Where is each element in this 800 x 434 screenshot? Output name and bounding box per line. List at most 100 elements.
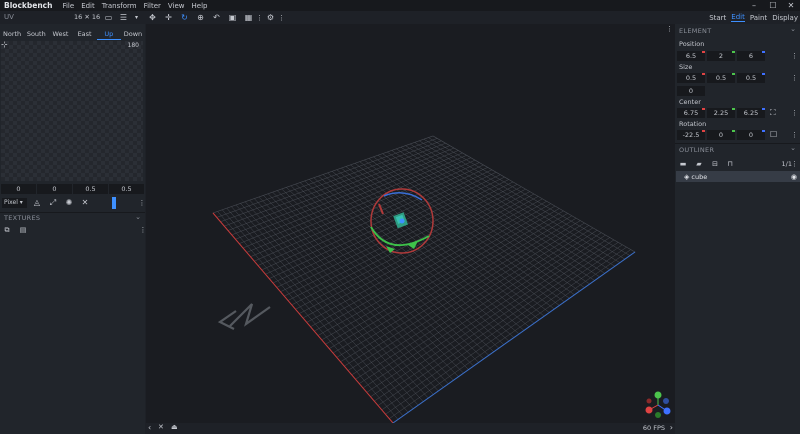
position-z-input[interactable]: 6 <box>737 51 765 61</box>
menu-view[interactable]: View <box>168 2 185 10</box>
inflate-input[interactable]: 0 <box>677 86 705 96</box>
clear-uv-icon[interactable]: ✕ <box>80 198 90 208</box>
size-z-input[interactable]: 0.5 <box>737 73 765 83</box>
uv-x-input[interactable]: 0 <box>1 184 36 194</box>
element-title: ELEMENT <box>679 27 712 35</box>
texture-resolution: 16 ✕ 16 <box>74 13 101 21</box>
position-y-input[interactable]: 2 <box>707 51 735 61</box>
textures-title: TEXTURES <box>4 214 41 222</box>
texture-grid-icon[interactable]: ▦ <box>243 12 254 23</box>
tab-east[interactable]: East <box>73 29 97 40</box>
uv-canvas-size: 180 <box>127 42 139 49</box>
undo-icon[interactable]: ↶ <box>211 12 222 23</box>
floor-grid <box>216 137 631 420</box>
tab-down[interactable]: Down <box>121 29 145 40</box>
menu-filter[interactable]: Filter <box>144 2 161 10</box>
create-texture-icon[interactable]: ▤ <box>18 225 28 235</box>
more-options-icon[interactable]: ⋮ <box>791 131 798 139</box>
rotate-tool-icon[interactable]: ↻ <box>179 12 190 23</box>
chevron-down-icon[interactable]: ▾ <box>131 12 142 23</box>
tab-up[interactable]: Up <box>96 29 121 40</box>
more-options-icon[interactable]: ⋮ <box>791 52 798 60</box>
viewport-menu-icon[interactable]: ⋮ <box>666 25 673 33</box>
user-icon[interactable]: ⏏ <box>171 423 178 431</box>
more-options-icon[interactable]: ⋮ <box>254 12 265 23</box>
paint-bucket-icon[interactable]: ◬ <box>32 198 42 208</box>
toggle-options-icon[interactable]: ⊟ <box>710 159 720 169</box>
uv-snap-select[interactable]: Pixel ▾ <box>2 198 27 208</box>
position-label: Position <box>679 40 705 48</box>
menu-help[interactable]: Help <box>192 2 208 10</box>
add-group-icon[interactable]: ▰ <box>694 159 704 169</box>
rotation-y-input[interactable]: 0 <box>707 130 735 140</box>
element-panel: ELEMENT ⌄ Position 6.5 2 6 ⋮ Size 0.5 0.… <box>675 24 800 434</box>
menu-file[interactable]: File <box>62 2 74 10</box>
tab-west[interactable]: West <box>48 29 72 40</box>
divider <box>675 143 800 144</box>
rotate-gizmo[interactable] <box>370 188 434 254</box>
maximize-uv-icon[interactable]: ⤢ <box>48 198 58 208</box>
outliner-item[interactable]: ◈ cube ◉ <box>676 171 800 182</box>
3d-viewport[interactable]: ⋮ <box>146 24 675 424</box>
screen-icon[interactable]: ▭ <box>103 12 114 23</box>
menu-transform[interactable]: Transform <box>102 2 137 10</box>
minimize-icon[interactable]: – <box>745 0 763 11</box>
delete-icon[interactable]: ⊓ <box>725 159 735 169</box>
mode-start[interactable]: Start <box>709 14 726 22</box>
move-tool-icon[interactable]: ✛ <box>163 12 174 23</box>
uv-height-input[interactable]: 0.5 <box>109 184 144 194</box>
center-pivot-icon[interactable]: ⛶ <box>770 108 776 118</box>
close-window-icon[interactable]: ✕ <box>782 0 800 11</box>
uv-settings-icon[interactable]: ✺ <box>64 198 74 208</box>
rescale-checkbox[interactable]: ☐ <box>770 130 777 139</box>
maximize-icon[interactable]: ☐ <box>764 0 782 11</box>
main-toolbar: UV 16 ✕ 16 ▭ ☰ ▾ ✥ ✛ ↻ ⊕ ↶ ▣ ▦ ⋮ ⚙ ⋮ Sta… <box>0 11 800 24</box>
uv-width-input[interactable]: 0.5 <box>73 184 108 194</box>
rotation-x-input[interactable]: -22.5 <box>677 130 705 140</box>
z-axis-line <box>392 251 636 424</box>
position-x-input[interactable]: 6.5 <box>677 51 705 61</box>
x-axis-line <box>212 212 394 424</box>
visibility-eye-icon[interactable]: ◉ <box>791 173 797 181</box>
axis-navigator[interactable] <box>645 391 671 419</box>
chevron-down-icon[interactable]: ⌄ <box>790 25 796 33</box>
chevron-right-icon[interactable]: › <box>670 423 673 432</box>
chevron-down-icon[interactable]: ⌄ <box>790 144 796 152</box>
mode-edit[interactable]: Edit <box>731 13 745 22</box>
app-name: Blockbench <box>4 1 53 10</box>
uv-y-input[interactable]: 0 <box>37 184 72 194</box>
center-z-input[interactable]: 6.25 <box>737 108 765 118</box>
center-y-input[interactable]: 2.25 <box>707 108 735 118</box>
tab-north[interactable]: North <box>0 29 24 40</box>
mode-switcher: Start Edit Paint Display <box>704 11 798 24</box>
more-options-icon[interactable]: ⋮ <box>791 109 798 117</box>
settings-icon[interactable]: ⚙ <box>265 12 276 23</box>
uv-editor-canvas[interactable]: 180 ⊹ <box>1 40 143 181</box>
mode-paint[interactable]: Paint <box>750 14 767 22</box>
more-options-icon[interactable]: ⋮ <box>276 12 287 23</box>
chevron-left-icon[interactable]: ‹ <box>148 423 151 432</box>
more-options-icon[interactable]: ⋮ <box>791 74 798 82</box>
menu-edit[interactable]: Edit <box>81 2 95 10</box>
textures-header[interactable]: TEXTURES ⌄ <box>0 212 145 223</box>
tab-south[interactable]: South <box>24 29 48 40</box>
mode-display[interactable]: Display <box>772 14 798 22</box>
size-y-input[interactable]: 0.5 <box>707 73 735 83</box>
close-icon[interactable]: ✕ <box>158 423 164 431</box>
save-icon[interactable]: ▣ <box>227 12 238 23</box>
title-bar: Blockbench File Edit Transform Filter Vi… <box>0 0 800 11</box>
chevron-down-icon[interactable]: ⌄ <box>135 213 141 221</box>
uv-coordinates: 0 0 0.5 0.5 <box>1 184 144 194</box>
rotation-z-input[interactable]: 0 <box>737 130 765 140</box>
center-x-input[interactable]: 6.75 <box>677 108 705 118</box>
size-x-input[interactable]: 0.5 <box>677 73 705 83</box>
grid-menu-icon[interactable]: ☰ <box>118 12 129 23</box>
color-indicator[interactable] <box>112 197 116 209</box>
pivot-tool-icon[interactable]: ⊕ <box>195 12 206 23</box>
add-cube-icon[interactable]: ▬ <box>678 159 688 169</box>
import-texture-icon[interactable]: ⧉ <box>2 225 12 235</box>
vertex-snap-icon[interactable]: ✥ <box>147 12 158 23</box>
more-options-icon[interactable]: ⋮ <box>791 160 798 168</box>
viewport-scene[interactable] <box>146 24 675 424</box>
uv-drag-handle-icon[interactable]: ⊹ <box>1 40 8 49</box>
